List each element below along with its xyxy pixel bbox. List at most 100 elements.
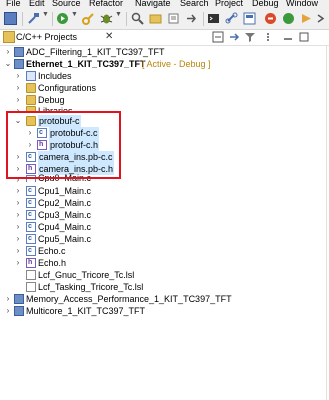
menu-debug[interactable]: Debug <box>252 0 279 8</box>
c-file-icon: c <box>26 210 36 220</box>
toolbar-separator <box>203 12 204 26</box>
chevron-right-icon[interactable]: › <box>4 46 12 58</box>
tree-label: Cpu5_Main.c <box>38 234 92 244</box>
tree-label: Cpu4_Main.c <box>38 222 92 232</box>
search-icon[interactable] <box>131 12 144 25</box>
menu-project[interactable]: Project <box>215 0 243 8</box>
menu-navigate[interactable]: Navigate <box>135 0 171 8</box>
tree-row-lcf-tasking[interactable]: Lcf_Tasking_Tricore_Tc.lsl <box>0 281 320 293</box>
tree-row-multicore-project[interactable]: › Multicore_1_KIT_TC397_TFT <box>0 305 320 317</box>
nav-icon[interactable] <box>300 12 313 25</box>
toolbar-separator <box>22 12 23 26</box>
chevron-right-icon[interactable]: › <box>14 245 22 257</box>
project-icon <box>14 294 24 304</box>
project-explorer-tab: C/C++ Projects ✕ <box>0 30 329 46</box>
includes-icon <box>26 71 36 81</box>
view-border <box>326 46 327 400</box>
tree-row-configurations[interactable]: › Configurations <box>0 82 320 94</box>
project-label: Multicore_1_KIT_TC397_TFT <box>26 306 146 316</box>
active-status-badge: [ Active - Debug ] <box>142 59 211 69</box>
c-file-icon: c <box>26 198 36 208</box>
chevron-down-icon[interactable]: ▼ <box>42 11 49 18</box>
build-hammer-icon[interactable] <box>27 12 40 25</box>
tree-row-adc-project[interactable]: › ADC_Filtering_1_KIT_TC397_TFT <box>0 46 320 58</box>
folder-open-icon[interactable] <box>149 12 162 25</box>
h-file-icon: h <box>26 258 36 268</box>
tree-row-cpu3[interactable]: › c Cpu3_Main.c <box>0 209 320 221</box>
menu-source[interactable]: Source <box>52 0 81 8</box>
chevron-down-icon[interactable]: ▼ <box>115 11 122 18</box>
menu-refactor[interactable]: Refactor <box>89 0 123 8</box>
tree-label: Cpu3_Main.c <box>38 210 92 220</box>
view-title[interactable]: C/C++ Projects <box>16 32 77 42</box>
highlight-annotation-box <box>6 111 121 179</box>
toolbar-separator <box>52 12 53 26</box>
tree-row-cpu2[interactable]: › c Cpu2_Main.c <box>0 197 320 209</box>
tree-row-cpu4[interactable]: › c Cpu4_Main.c <box>0 221 320 233</box>
view-menu-icon[interactable] <box>262 31 274 43</box>
menu-window[interactable]: Window <box>286 0 318 8</box>
project-icon <box>14 59 24 69</box>
chevron-down-icon[interactable]: ▼ <box>71 11 78 18</box>
filter-icon[interactable] <box>244 31 256 43</box>
tree-label: Lcf_Gnuc_Tricore_Tc.lsl <box>38 270 135 280</box>
tree-label: Cpu2_Main.c <box>38 198 92 208</box>
chevron-right-icon[interactable]: › <box>4 305 12 317</box>
tree-row-memory-project[interactable]: › Memory_Access_Performance_1_KIT_TC397_… <box>0 293 320 305</box>
collapse-all-icon[interactable] <box>212 31 224 43</box>
chevron-right-icon[interactable]: › <box>14 209 22 221</box>
c-file-icon: c <box>26 246 36 256</box>
chevron-right-icon[interactable]: › <box>14 185 22 197</box>
minimize-icon[interactable] <box>282 31 294 43</box>
arrow-icon[interactable] <box>185 12 198 25</box>
tree-row-cpu5[interactable]: › c Cpu5_Main.c <box>0 233 320 245</box>
tree-label: Cpu1_Main.c <box>38 186 92 196</box>
chevron-right-icon[interactable]: › <box>14 70 22 82</box>
project-label: ADC_Filtering_1_KIT_TC397_TFT <box>26 47 165 57</box>
chevron-right-icon[interactable]: › <box>14 82 22 94</box>
linker-file-icon <box>26 282 36 292</box>
tree-row-echo-h[interactable]: › h Echo.h <box>0 257 320 269</box>
folder-icon <box>26 83 36 93</box>
project-tree: › ADC_Filtering_1_KIT_TC397_TFT ⌄ Ethern… <box>0 46 329 400</box>
tree-label: Includes <box>38 71 72 81</box>
menu-edit[interactable]: Edit <box>29 0 45 8</box>
tree-row-includes[interactable]: › Includes <box>0 70 320 82</box>
close-icon[interactable]: ✕ <box>105 31 113 42</box>
link-icon[interactable] <box>225 12 238 25</box>
tree-row-lcf-gnuc[interactable]: Lcf_Gnuc_Tricore_Tc.lsl <box>0 269 320 281</box>
go-icon[interactable] <box>282 12 295 25</box>
menu-search[interactable]: Search <box>180 0 209 8</box>
project-label: Memory_Access_Performance_1_KIT_TC397_TF… <box>26 294 232 304</box>
project-icon <box>14 306 24 316</box>
tree-row-ethernet-project[interactable]: ⌄ Ethernet_1_KIT_TC397_TFT [ Active - De… <box>0 58 320 70</box>
view-icon[interactable] <box>243 12 256 25</box>
tree-row-cpu1[interactable]: › c Cpu1_Main.c <box>0 185 320 197</box>
tree-label: Echo.c <box>38 246 66 256</box>
key-icon[interactable] <box>82 12 95 25</box>
chevron-right-icon[interactable]: › <box>14 197 22 209</box>
c-file-icon: c <box>26 234 36 244</box>
toolbar: ▼ ▼ ▼ <box>0 9 329 30</box>
toolbar-separator <box>126 12 127 26</box>
tree-row-echo-c[interactable]: › c Echo.c <box>0 245 320 257</box>
run-icon[interactable] <box>56 12 69 25</box>
tree-label: Configurations <box>38 83 97 93</box>
debug-icon[interactable] <box>100 12 113 25</box>
folder-icon <box>26 95 36 105</box>
chevron-right-icon[interactable]: › <box>14 233 22 245</box>
chevron-right-icon[interactable]: › <box>14 257 22 269</box>
annotation-icon[interactable] <box>167 12 180 25</box>
save-icon[interactable] <box>4 12 17 25</box>
tree-label: Lcf_Tasking_Tricore_Tc.lsl <box>38 282 144 292</box>
chevron-right-icon[interactable]: › <box>4 293 12 305</box>
more-icon[interactable] <box>316 12 329 25</box>
menu-file[interactable]: File <box>6 0 21 8</box>
link-with-editor-icon[interactable] <box>228 31 240 43</box>
maximize-icon[interactable] <box>298 31 310 43</box>
stop-icon[interactable] <box>264 12 277 25</box>
projects-view-icon <box>3 31 15 43</box>
terminal-icon[interactable] <box>207 12 220 25</box>
chevron-right-icon[interactable]: › <box>14 221 22 233</box>
chevron-down-icon[interactable]: ⌄ <box>4 58 12 70</box>
